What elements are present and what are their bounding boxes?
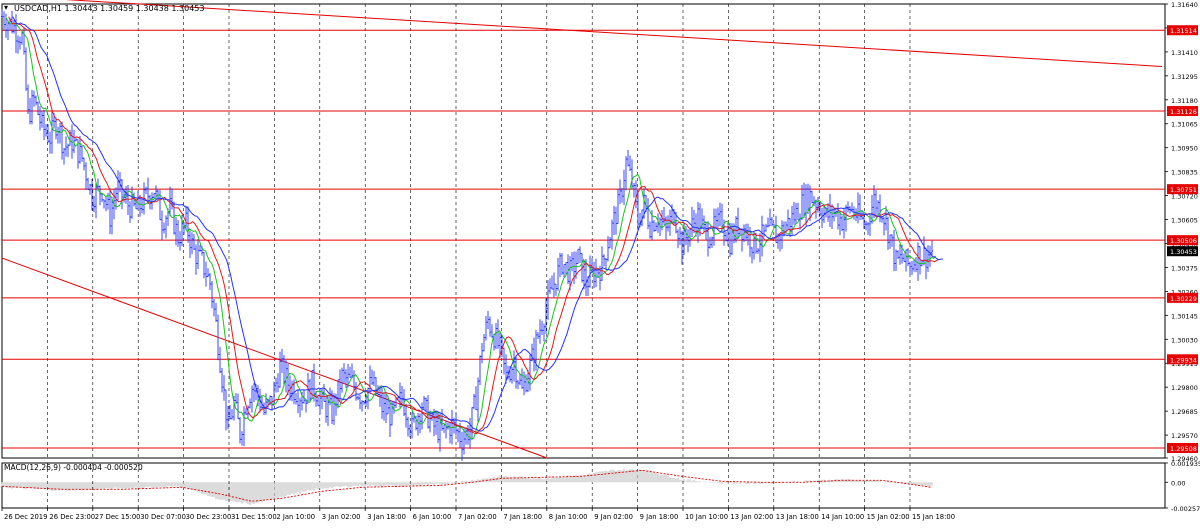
time-tick-label: 6 Jan 10:00 <box>413 513 452 521</box>
time-tick-label: 14 Jan 10:00 <box>821 513 864 521</box>
price-tick-label: 1.31065 <box>1171 121 1198 129</box>
macd-title: MACD(12,26,9) -0.000404 -0.000520 <box>4 463 143 472</box>
macd-tick-label: -0.00257 <box>1171 505 1200 513</box>
price-tick-label: 1.31295 <box>1171 73 1198 81</box>
time-tick-label: 13 Jan 18:00 <box>776 513 819 521</box>
level-price-tag-label: 1.30506 <box>1170 237 1197 245</box>
price-tick-label: 1.30030 <box>1171 336 1198 344</box>
price-tick-label: 1.29800 <box>1171 384 1198 392</box>
chart-window: 1.316401.315251.314101.312951.311801.310… <box>0 0 1200 525</box>
time-tick-label: 8 Jan 10:00 <box>549 513 588 521</box>
time-tick-label: 26 Dec 23:00 <box>49 513 95 521</box>
time-tick-label: 27 Dec 15:00 <box>95 513 141 521</box>
macd-tick-label: 0.00 <box>1171 479 1185 487</box>
time-tick-label: 26 Dec 2019 <box>4 513 47 521</box>
time-tick-label: 9 Jan 02:00 <box>594 513 633 521</box>
macd-tick-label: 0.001935 <box>1171 460 1200 468</box>
price-tick-label: 1.30145 <box>1171 312 1198 320</box>
time-tick-label: 30 Dec 07:00 <box>140 513 186 521</box>
menu-arrow-icon[interactable]: ▾ <box>4 3 8 12</box>
price-tick-label: 1.31640 <box>1171 1 1198 9</box>
time-tick-label: 7 Jan 02:00 <box>458 513 497 521</box>
time-tick-label: 13 Jan 02:00 <box>730 513 773 521</box>
level-price-tag-label: 1.30751 <box>1170 186 1197 194</box>
price-tick-label: 1.30835 <box>1171 169 1198 177</box>
time-tick-label: 9 Jan 18:00 <box>640 513 679 521</box>
time-tick-label: 15 Jan 02:00 <box>867 513 910 521</box>
price-tick-label: 1.31410 <box>1171 49 1198 57</box>
time-tick-label: 10 Jan 10:00 <box>685 513 728 521</box>
time-tick-label: 7 Jan 18:00 <box>503 513 542 521</box>
time-tick-label: 15 Jan 18:00 <box>912 513 955 521</box>
current-price-tag-label: 1.30453 <box>1170 248 1197 256</box>
time-tick-label: 3 Jan 02:00 <box>322 513 361 521</box>
chart-background <box>0 0 1200 525</box>
time-tick-label: 3 Jan 18:00 <box>367 513 406 521</box>
time-tick-label: 30 Dec 23:00 <box>186 513 232 521</box>
level-price-tag-label: 1.30229 <box>1170 295 1197 303</box>
time-tick-label: 2 Jan 10:00 <box>276 513 315 521</box>
level-price-tag-label: 1.31126 <box>1170 108 1197 116</box>
price-tick-label: 1.29685 <box>1171 408 1198 416</box>
chart-canvas: 1.316401.315251.314101.312951.311801.310… <box>0 0 1200 525</box>
level-price-tag-label: 1.29934 <box>1170 356 1197 364</box>
price-tick-label: 1.30605 <box>1171 217 1198 225</box>
symbol-ohlc-label: USDCAD,H1 1.30443 1.30459 1.30438 1.3045… <box>14 4 204 13</box>
price-tick-label: 1.31180 <box>1171 97 1198 105</box>
level-price-tag-label: 1.31514 <box>1170 27 1197 35</box>
price-tick-label: 1.30950 <box>1171 145 1198 153</box>
price-tick-label: 1.30375 <box>1171 264 1198 272</box>
price-tick-label: 1.29570 <box>1171 432 1198 440</box>
time-tick-label: 31 Dec 15:00 <box>231 513 277 521</box>
level-price-tag-label: 1.29508 <box>1170 445 1197 453</box>
